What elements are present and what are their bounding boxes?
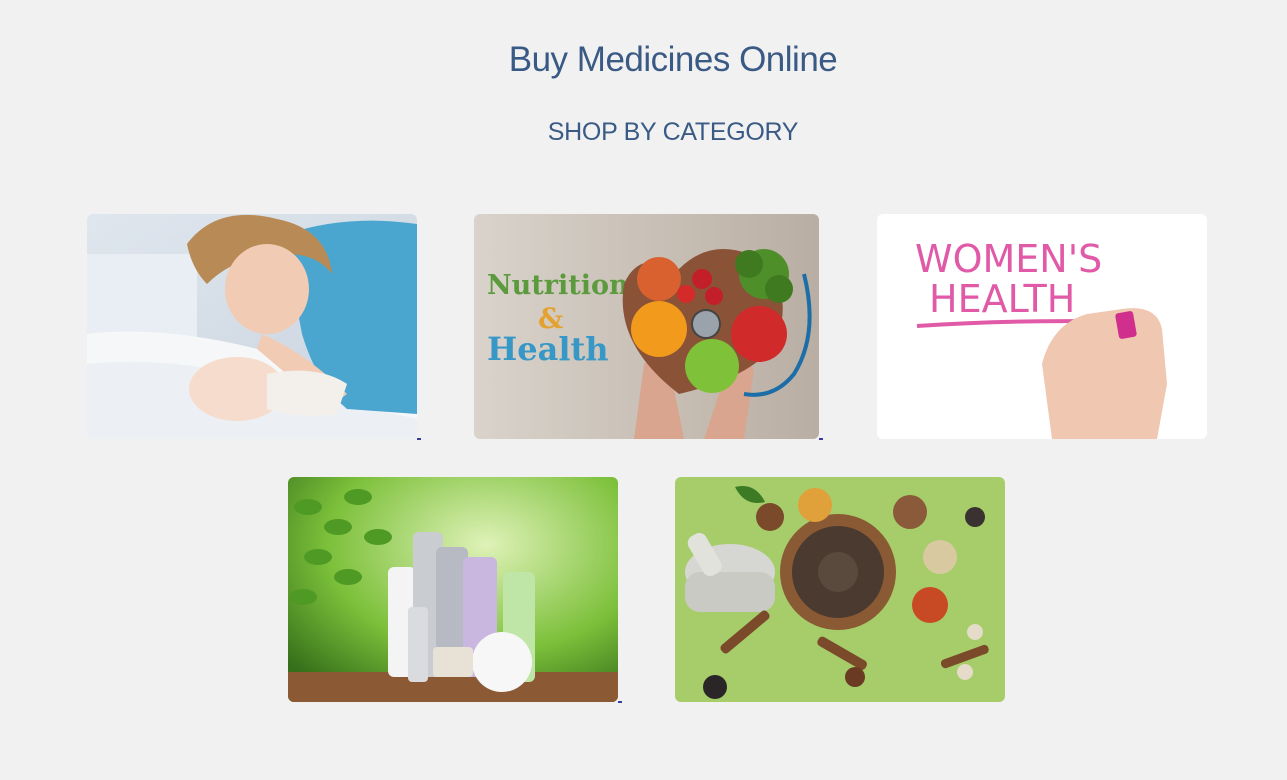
personal-care-image (288, 477, 618, 702)
category-card-nutrition-health[interactable]: Nutrition & Health (474, 214, 819, 439)
card-link-underline (618, 701, 622, 703)
category-card-baby-care[interactable] (87, 214, 417, 439)
category-card-ayurveda[interactable] (675, 477, 1005, 702)
health-label-text: HEALTH (929, 277, 1075, 321)
page-title: Buy Medicines Online (508, 40, 838, 79)
nutrition-health-image: Nutrition & Health (474, 214, 819, 439)
card-link-underline (417, 438, 421, 440)
ayurveda-image (675, 477, 1005, 702)
section-title: SHOP BY CATEGORY (547, 118, 799, 146)
nutrition-text: Nutrition (487, 270, 629, 301)
card-link-underline (819, 438, 823, 440)
category-card-womens-health[interactable]: WOMEN'S HEALTH (877, 214, 1207, 439)
health-text: Health (487, 330, 609, 368)
womens-text: WOMEN'S (915, 237, 1102, 281)
womens-health-image: WOMEN'S HEALTH (877, 214, 1207, 439)
baby-care-image (87, 214, 417, 439)
category-card-personal-care[interactable] (288, 477, 618, 702)
